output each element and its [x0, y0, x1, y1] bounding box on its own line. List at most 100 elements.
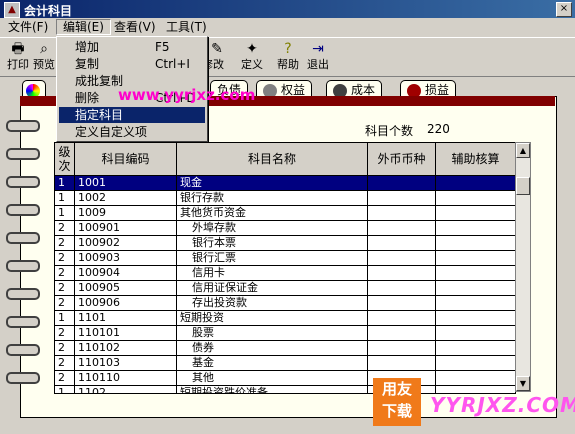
help-icon: ? — [284, 41, 292, 57]
menu-view[interactable]: 查看(V) — [108, 20, 162, 34]
cell-code: 1001 — [75, 176, 177, 191]
close-button[interactable]: × — [556, 2, 572, 17]
cell-currency — [368, 311, 436, 326]
cell-level: 1 — [55, 311, 75, 326]
cell-level: 1 — [55, 386, 75, 393]
cell-currency — [368, 236, 436, 251]
cell-aux — [436, 251, 515, 266]
cell-level: 2 — [55, 371, 75, 386]
cell-name: 债券 — [177, 341, 368, 356]
cell-level: 2 — [55, 326, 75, 341]
print-button[interactable]: 🖶 打印 — [4, 40, 32, 74]
exit-button[interactable]: ⇥ 退出 — [304, 40, 332, 74]
table-row[interactable]: 1 1009 其他货币资金 — [55, 206, 515, 221]
cell-name: 信用证保证金 — [177, 281, 368, 296]
cell-aux — [436, 266, 515, 281]
watermark-logo: 用友 下载 — [373, 378, 421, 426]
cell-code: 100906 — [75, 296, 177, 311]
table-row[interactable]: 2 100905 信用证保证金 — [55, 281, 515, 296]
menu-file[interactable]: 文件(F) — [2, 20, 54, 34]
vertical-scrollbar[interactable]: ▲ ▼ — [515, 142, 531, 392]
binder-ring — [6, 204, 40, 216]
binder-ring — [6, 148, 40, 160]
table-row[interactable]: 2 110102 债券 — [55, 341, 515, 356]
cell-currency — [368, 176, 436, 191]
header-level[interactable]: 级 次 — [55, 143, 75, 175]
table-row[interactable]: 2 100901 外埠存款 — [55, 221, 515, 236]
menu-item-copy[interactable]: 复制 Ctrl+I — [59, 56, 205, 72]
cell-name: 银行本票 — [177, 236, 368, 251]
cell-currency — [368, 341, 436, 356]
table-row[interactable]: 2 110101 股票 — [55, 326, 515, 341]
table-row[interactable]: 1 1002 银行存款 — [55, 191, 515, 206]
scroll-down-button[interactable]: ▼ — [516, 376, 530, 391]
cell-name: 短期投资跌价准备 — [177, 386, 368, 393]
preview-button[interactable]: ⌕ 预览 — [32, 40, 56, 74]
cell-name: 现金 — [177, 176, 368, 191]
cell-level: 2 — [55, 296, 75, 311]
cell-level: 2 — [55, 281, 75, 296]
header-aux[interactable]: 辅助核算 — [436, 143, 515, 175]
cell-name: 银行存款 — [177, 191, 368, 206]
cell-code: 1101 — [75, 311, 177, 326]
scroll-thumb[interactable] — [516, 177, 530, 195]
printer-icon: 🖶 — [11, 41, 25, 57]
cell-code: 100904 — [75, 266, 177, 281]
header-code[interactable]: 科目编码 — [75, 143, 177, 175]
cell-aux — [436, 341, 515, 356]
scroll-up-button[interactable]: ▲ — [516, 143, 530, 158]
menu-item-define-custom[interactable]: 定义自定义项 — [59, 124, 205, 140]
table-row[interactable]: 2 110103 基金 — [55, 356, 515, 371]
cell-name: 基金 — [177, 356, 368, 371]
header-currency[interactable]: 外币币种 — [368, 143, 436, 175]
table-row[interactable]: 2 100903 银行汇票 — [55, 251, 515, 266]
account-count-value: 220 — [427, 122, 450, 136]
cell-level: 2 — [55, 221, 75, 236]
help-button[interactable]: ? 帮助 — [274, 40, 302, 74]
menu-bar: 文件(F) 编辑(E) 查看(V) 工具(T) — [0, 18, 575, 36]
cell-name: 其他 — [177, 371, 368, 386]
cell-aux — [436, 236, 515, 251]
table-row[interactable]: 2 100906 存出投资款 — [55, 296, 515, 311]
cell-code: 1102 — [75, 386, 177, 393]
table-row[interactable]: 2 110110 其他 — [55, 371, 515, 386]
binder-ring — [6, 176, 40, 188]
cell-code: 100905 — [75, 281, 177, 296]
cell-aux — [436, 311, 515, 326]
window-title: 会计科目 — [24, 4, 73, 18]
cell-aux — [436, 326, 515, 341]
menu-item-add[interactable]: 增加 F5 — [59, 39, 205, 55]
cell-code: 1002 — [75, 191, 177, 206]
cell-name: 短期投资 — [177, 311, 368, 326]
cell-aux — [436, 206, 515, 221]
menu-item-specify-account[interactable]: 指定科目 — [59, 107, 205, 123]
cell-code: 100903 — [75, 251, 177, 266]
table-row[interactable]: 2 100904 信用卡 — [55, 266, 515, 281]
cell-level: 2 — [55, 251, 75, 266]
table-row[interactable]: 1 1101 短期投资 — [55, 311, 515, 326]
cell-name: 其他货币资金 — [177, 206, 368, 221]
menu-edit[interactable]: 编辑(E) — [56, 19, 111, 35]
modify-button[interactable]: ✎ 修改 — [206, 40, 228, 74]
cell-aux — [436, 176, 515, 191]
table-row[interactable]: 1 1001 现金 — [55, 176, 515, 191]
cell-name: 外埠存款 — [177, 221, 368, 236]
header-name[interactable]: 科目名称 — [177, 143, 368, 175]
binder-ring — [6, 316, 40, 328]
cell-code: 1009 — [75, 206, 177, 221]
define-button[interactable]: ✦ 定义 — [238, 40, 266, 74]
cell-name: 银行汇票 — [177, 251, 368, 266]
cell-currency — [368, 296, 436, 311]
cell-currency — [368, 266, 436, 281]
cell-name: 信用卡 — [177, 266, 368, 281]
binder-ring — [6, 120, 40, 132]
watermark-url: www.yyrjxz.com — [118, 86, 256, 104]
cell-code: 100902 — [75, 236, 177, 251]
wand-icon: ✦ — [246, 41, 258, 57]
menu-tools[interactable]: 工具(T) — [160, 20, 213, 34]
table-row[interactable]: 2 100902 银行本票 — [55, 236, 515, 251]
cell-code: 110103 — [75, 356, 177, 371]
cell-currency — [368, 191, 436, 206]
binder-ring — [6, 232, 40, 244]
cell-aux — [436, 296, 515, 311]
